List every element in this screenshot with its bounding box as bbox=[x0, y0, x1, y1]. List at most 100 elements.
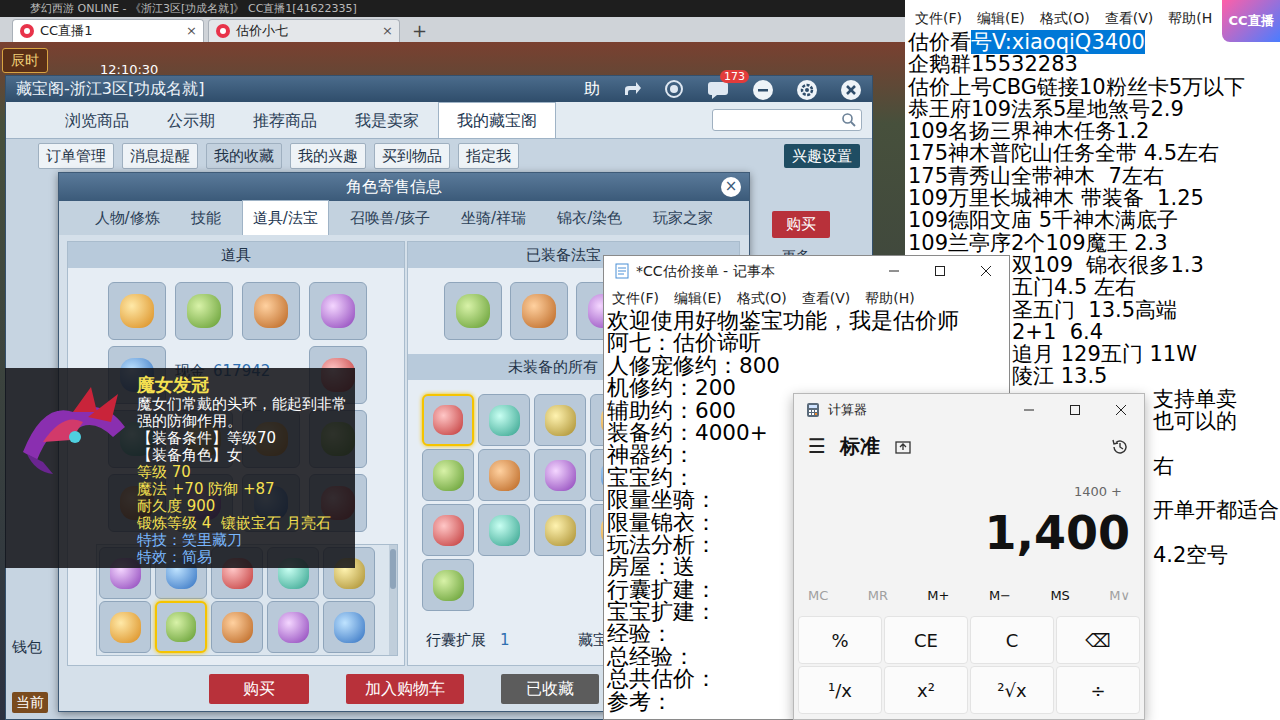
item-slot[interactable] bbox=[99, 601, 151, 653]
memory-button: M∨ bbox=[1109, 586, 1130, 606]
sub-nav-button[interactable]: 我的收藏 bbox=[206, 143, 282, 170]
item-slot[interactable] bbox=[478, 504, 530, 556]
menu-item[interactable]: 格式(O) bbox=[737, 288, 787, 309]
item-slot[interactable] bbox=[323, 601, 375, 653]
message-button[interactable]: 173 bbox=[706, 77, 730, 101]
item-slot[interactable] bbox=[534, 394, 586, 446]
item-slot[interactable] bbox=[478, 449, 530, 501]
interest-settings-button[interactable]: 兴趣设置 bbox=[784, 144, 860, 169]
item-slot[interactable] bbox=[422, 394, 474, 446]
item-slot[interactable] bbox=[242, 282, 300, 340]
calculator-key[interactable]: ⌫ bbox=[1056, 616, 1140, 664]
menu-item[interactable]: 帮助(H) bbox=[865, 288, 914, 309]
sub-nav: 订单管理消息提醒我的收藏我的兴趣买到物品指定我 兴趣设置 bbox=[6, 139, 872, 173]
menu-item[interactable]: 帮助(H bbox=[1168, 8, 1212, 31]
window-title: 藏宝阁-浙江3区[功成名就] bbox=[16, 77, 204, 101]
dialog-tab[interactable]: 人物/修炼 bbox=[85, 201, 170, 236]
maximize-button[interactable] bbox=[917, 256, 963, 286]
history-button[interactable] bbox=[1110, 434, 1130, 458]
sub-nav-button[interactable]: 我的兴趣 bbox=[290, 143, 366, 170]
calculator-icon bbox=[806, 402, 820, 418]
memory-button[interactable]: M− bbox=[989, 586, 1011, 606]
bag-label: 行囊扩展 bbox=[426, 629, 486, 652]
item-slot[interactable] bbox=[510, 282, 568, 340]
sub-nav-button[interactable]: 指定我 bbox=[458, 143, 519, 170]
search-field[interactable] bbox=[712, 109, 862, 131]
menu-item[interactable]: 查看(V) bbox=[802, 288, 851, 309]
help-button[interactable]: 助 bbox=[584, 77, 600, 101]
text-line: 4.2空号 bbox=[1153, 544, 1280, 566]
close-button[interactable] bbox=[1098, 394, 1144, 426]
close-tab-button[interactable]: × bbox=[382, 21, 393, 41]
item-slot[interactable] bbox=[444, 282, 502, 340]
menu-item[interactable]: 编辑(E) bbox=[977, 8, 1025, 31]
memory-button[interactable]: MS bbox=[1050, 586, 1069, 606]
dialog-tab[interactable]: 技能 bbox=[181, 201, 231, 236]
nav-tab[interactable]: 我是卖家 bbox=[336, 102, 438, 138]
item-slot[interactable] bbox=[534, 449, 586, 501]
current-button[interactable]: 当前 bbox=[12, 692, 48, 713]
tooltip-line: 【装备角色】女 bbox=[137, 447, 349, 464]
item-slot[interactable] bbox=[155, 601, 207, 653]
item-icon bbox=[433, 460, 464, 491]
dialog-button[interactable]: 加入购物车 bbox=[346, 674, 464, 704]
close-button[interactable]: × bbox=[721, 177, 741, 197]
nav-tab[interactable]: 我的藏宝阁 bbox=[438, 102, 556, 138]
nav-tab[interactable]: 推荐商品 bbox=[234, 102, 336, 138]
calculator-key[interactable]: ²√x bbox=[970, 666, 1054, 714]
dialog-button[interactable]: 购买 bbox=[209, 674, 309, 704]
sub-nav-button[interactable]: 买到物品 bbox=[374, 143, 450, 170]
menu-item[interactable]: 文件(F) bbox=[612, 288, 659, 309]
item-slot[interactable] bbox=[267, 601, 319, 653]
item-slot[interactable] bbox=[211, 601, 263, 653]
dialog-tab[interactable]: 道具/法宝 bbox=[242, 200, 329, 236]
calculator-key[interactable]: x² bbox=[884, 666, 968, 714]
minimize-button[interactable] bbox=[871, 256, 917, 286]
buy-button[interactable]: 购买 bbox=[772, 211, 830, 238]
memory-button[interactable]: M+ bbox=[927, 586, 949, 606]
settings-button[interactable] bbox=[796, 77, 818, 101]
minimize-button[interactable] bbox=[752, 77, 774, 101]
close-button[interactable] bbox=[840, 77, 862, 101]
minimize-button[interactable] bbox=[1006, 394, 1052, 426]
sub-nav-button[interactable]: 订单管理 bbox=[38, 143, 114, 170]
calculator-key[interactable]: ÷ bbox=[1056, 666, 1140, 714]
menu-item[interactable]: 编辑(E) bbox=[674, 288, 722, 309]
menu-item[interactable]: 格式(O) bbox=[1040, 8, 1090, 31]
gear-icon bbox=[796, 79, 818, 101]
close-button[interactable] bbox=[963, 256, 1009, 286]
dialog-button[interactable]: 已收藏 bbox=[501, 674, 599, 704]
sub-nav-button[interactable]: 消息提醒 bbox=[122, 143, 198, 170]
new-tab-button[interactable]: + bbox=[404, 19, 435, 42]
menu-item[interactable]: 查看(V) bbox=[1105, 8, 1154, 31]
item-slot[interactable] bbox=[422, 559, 474, 611]
item-slot[interactable] bbox=[309, 282, 367, 340]
item-slot[interactable] bbox=[175, 282, 233, 340]
maximize-button[interactable] bbox=[1052, 394, 1098, 426]
browser-tab[interactable]: CC直播1× bbox=[12, 19, 204, 42]
item-slot[interactable] bbox=[534, 504, 586, 556]
dialog-tab[interactable]: 召唤兽/孩子 bbox=[340, 201, 440, 236]
scrollbar[interactable] bbox=[389, 545, 397, 655]
item-slot[interactable] bbox=[422, 504, 474, 556]
menu-button[interactable]: ☰ bbox=[808, 431, 826, 461]
nav-tab[interactable]: 公示期 bbox=[148, 102, 234, 138]
dialog-tab[interactable]: 玩家之家 bbox=[643, 201, 723, 236]
menu-item[interactable]: 文件(F) bbox=[915, 8, 962, 31]
title-bar: 藏宝阁-浙江3区[功成名就] 助 173 bbox=[6, 76, 872, 102]
close-tab-button[interactable]: × bbox=[186, 21, 197, 41]
calculator-key[interactable]: % bbox=[798, 616, 882, 664]
share-icon bbox=[622, 80, 642, 98]
nav-tab[interactable]: 浏览商品 bbox=[46, 102, 148, 138]
item-slot[interactable] bbox=[108, 282, 166, 340]
calculator-key[interactable]: ¹/x bbox=[798, 666, 882, 714]
calculator-key[interactable]: C bbox=[970, 616, 1054, 664]
calculator-key[interactable]: CE bbox=[884, 616, 968, 664]
keep-on-top-button[interactable] bbox=[894, 434, 912, 458]
scrollbar-thumb[interactable] bbox=[390, 549, 396, 589]
item-slot[interactable] bbox=[422, 449, 474, 501]
dialog-tab[interactable]: 锦衣/染色 bbox=[547, 201, 632, 236]
item-slot[interactable] bbox=[478, 394, 530, 446]
browser-tab[interactable]: 估价小七× bbox=[208, 19, 400, 42]
dialog-tab[interactable]: 坐骑/祥瑞 bbox=[451, 201, 536, 236]
